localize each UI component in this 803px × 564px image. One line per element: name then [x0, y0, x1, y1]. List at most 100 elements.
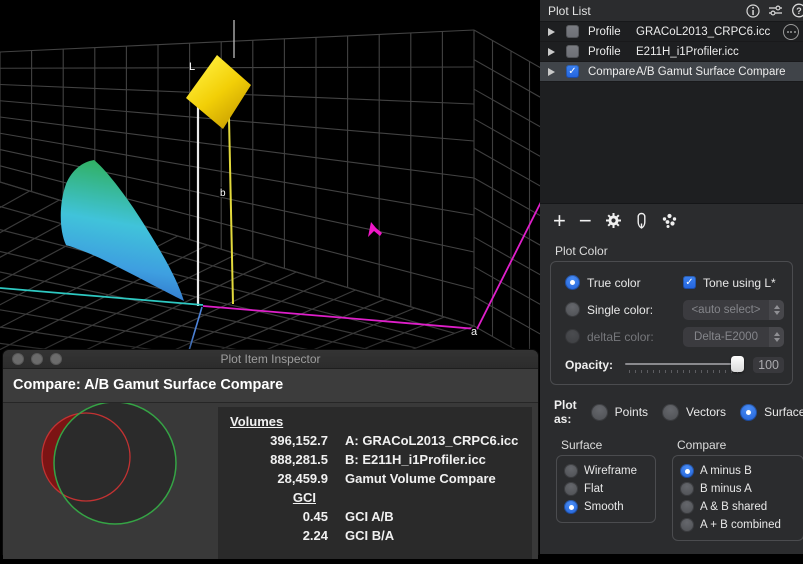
a-minus-b-label: A minus B — [700, 465, 752, 477]
gamut-circles-preview — [3, 403, 218, 559]
volume-b-value: 888,281.5 — [230, 450, 328, 469]
gci-title: GCI — [230, 488, 328, 507]
surface-flat-radio[interactable]: Flat — [564, 480, 651, 498]
help-icon[interactable]: ? — [791, 3, 803, 18]
surface-label: Surface — [764, 405, 803, 419]
inspector-window-title: Plot Item Inspector — [3, 352, 538, 366]
remove-plot-button[interactable]: − — [579, 211, 592, 231]
compare-ab-combined-radio[interactable]: A + B combined — [680, 516, 799, 534]
inspector-titlebar[interactable]: Plot Item Inspector — [3, 350, 538, 369]
disclosure-triangle-icon[interactable] — [548, 48, 555, 56]
volumes-title: Volumes — [230, 412, 522, 431]
true-color-label: True color — [587, 276, 641, 290]
compare-ab-shared-radio[interactable]: A & B shared — [680, 498, 799, 516]
row-name-label: E211H_i1Profiler.icc — [636, 46, 803, 58]
opacity-value: 100 — [753, 357, 784, 373]
compare-b-minus-a-radio[interactable]: B minus A — [680, 480, 799, 498]
plot-list-toolbar: + − — [540, 204, 803, 237]
ellipsis-badge-icon[interactable] — [783, 24, 799, 40]
plot-list-row-profile-b[interactable]: Profile E211H_i1Profiler.icc — [540, 42, 803, 62]
row-type-label: Profile — [588, 46, 636, 58]
magenta-cursor-icon — [368, 222, 382, 237]
visibility-checkbox[interactable] — [566, 45, 579, 58]
radio-indicator — [565, 275, 580, 290]
axis-label-l: L — [189, 61, 195, 73]
visibility-checkbox[interactable]: ✓ — [566, 65, 579, 78]
filter-settings-icon[interactable] — [768, 4, 783, 18]
radio-indicator — [565, 329, 580, 344]
volume-row: 888,281.5 B: E211H_i1Profiler.icc — [230, 450, 522, 469]
single-color-radio[interactable]: Single color: — [565, 302, 683, 317]
dropper-icon[interactable] — [635, 212, 648, 229]
row-name-label: GRACoL2013_CRPC6.icc — [636, 26, 783, 38]
radio-indicator — [680, 464, 694, 478]
smooth-label: Smooth — [584, 501, 624, 513]
radio-indicator — [680, 500, 694, 514]
inspector-header-title: Compare: A/B Gamut Surface Compare — [13, 377, 283, 393]
plot-as-label: Plot as: — [554, 398, 577, 426]
flat-label: Flat — [584, 483, 603, 495]
surface-smooth-radio[interactable]: Smooth — [564, 498, 651, 516]
plot-color-group: True color ✓ Tone using L* Single color:… — [550, 261, 793, 385]
radio-indicator — [564, 464, 578, 478]
visibility-checkbox[interactable] — [566, 25, 579, 38]
deltae-color-radio: deltaE color: — [565, 329, 683, 344]
vectors-label: Vectors — [686, 405, 726, 419]
opacity-label: Opacity: — [565, 358, 623, 372]
surface-group-title: Surface — [561, 438, 656, 452]
wireframe-label: Wireframe — [584, 465, 637, 477]
volume-a-value: 396,152.7 — [230, 431, 328, 450]
plot-list-row-compare[interactable]: ✓ Compare A/B Gamut Surface Compare — [540, 62, 803, 82]
slider-track[interactable] — [625, 363, 743, 365]
volume-row: 396,152.7 A: GRACoL2013_CRPC6.icc — [230, 431, 522, 450]
plot-as-points-radio[interactable]: Points — [591, 404, 648, 421]
cluster-icon[interactable] — [661, 213, 678, 229]
deltae-select: Delta-E2000 — [683, 327, 784, 347]
row-type-label: Profile — [588, 26, 636, 38]
volume-row: 28,459.9 Gamut Volume Compare — [230, 469, 522, 488]
tone-checkbox[interactable]: ✓ Tone using L* — [683, 276, 776, 290]
disclosure-triangle-icon[interactable] — [548, 28, 555, 36]
single-color-label: Single color: — [587, 303, 653, 317]
ab-combined-label: A + B combined — [700, 519, 781, 531]
surface-wireframe-radio[interactable]: Wireframe — [564, 462, 651, 480]
b-minus-a-label: B minus A — [700, 483, 752, 495]
info-icon[interactable] — [746, 4, 760, 18]
true-color-radio[interactable]: True color — [565, 275, 683, 290]
ab-shared-label: A & B shared — [700, 501, 767, 513]
stepper-chevrons-icon — [769, 327, 784, 347]
gci-row: 2.24 GCI B/A — [230, 526, 522, 545]
radio-indicator — [680, 518, 694, 532]
checkbox-indicator: ✓ — [683, 276, 696, 289]
axis-label-a: a — [471, 326, 478, 338]
row-type-label: Compare — [588, 66, 636, 78]
plot-list-panel: Plot List ? Profile GRACoL2013 — [540, 0, 803, 554]
compare-a-minus-b-radio[interactable]: A minus B — [680, 462, 799, 480]
volume-b-label: B: E211H_i1Profiler.icc — [345, 450, 486, 469]
inspector-header: Compare: A/B Gamut Surface Compare — [3, 369, 538, 403]
gci-ab-label: GCI A/B — [345, 507, 394, 526]
gear-icon[interactable] — [605, 212, 622, 229]
deltae-value: Delta-E2000 — [683, 331, 769, 343]
radio-indicator — [662, 404, 679, 421]
gamut-3d-viewport[interactable]: L b a Plot Item Inspector Compare: A/B G… — [0, 0, 540, 554]
plot-as-vectors-radio[interactable]: Vectors — [662, 404, 726, 421]
gamut-3d-scene[interactable]: L b a — [0, 0, 540, 350]
volume-compare-label: Gamut Volume Compare — [345, 469, 496, 488]
radio-indicator — [740, 404, 757, 421]
plot-item-inspector-window: Plot Item Inspector Compare: A/B Gamut S… — [2, 349, 539, 555]
volumes-panel: Volumes 396,152.7 A: GRACoL2013_CRPC6.ic… — [218, 407, 532, 559]
radio-indicator — [565, 302, 580, 317]
plot-as-surface-radio[interactable]: Surface — [740, 404, 803, 421]
volume-compare-value: 28,459.9 — [230, 469, 328, 488]
opacity-slider[interactable] — [623, 354, 745, 376]
slider-knob[interactable] — [731, 356, 744, 372]
slider-ticks — [629, 370, 739, 373]
single-color-select: <auto select> — [683, 300, 784, 320]
plot-list-row-profile-a[interactable]: Profile GRACoL2013_CRPC6.icc — [540, 22, 803, 42]
radio-indicator — [564, 500, 578, 514]
disclosure-triangle-icon[interactable] — [548, 68, 555, 76]
compare-group-title: Compare — [677, 438, 803, 452]
add-plot-button[interactable]: + — [553, 211, 566, 231]
compare-group: A minus B B minus A A & B shared A + B c… — [672, 455, 803, 541]
